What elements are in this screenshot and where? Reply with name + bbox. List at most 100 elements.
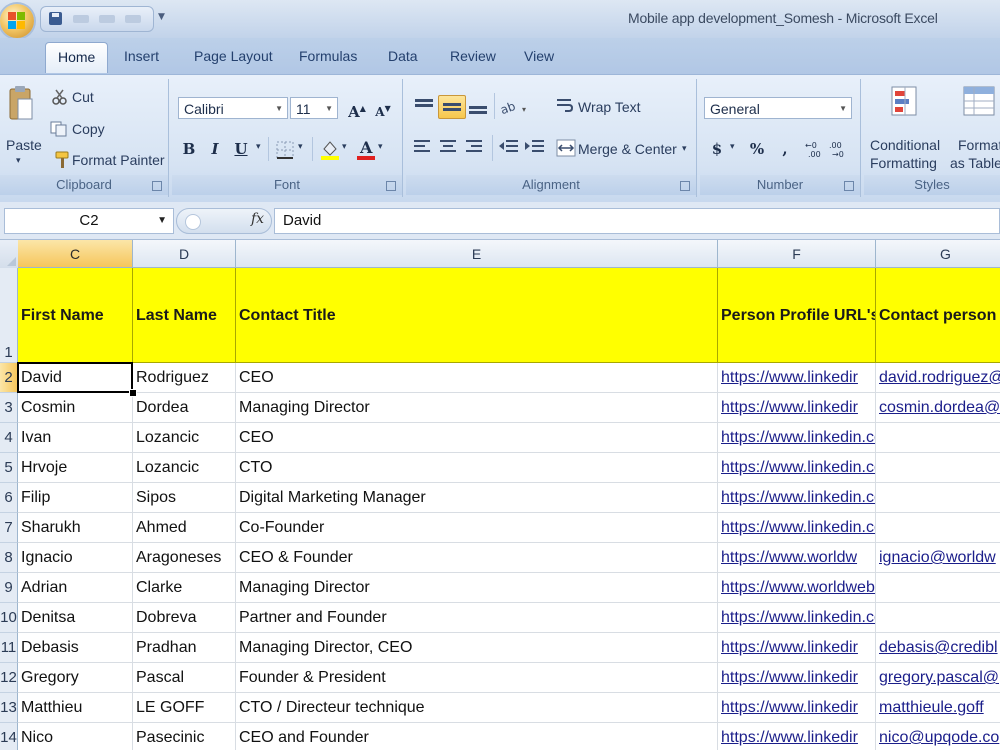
cell-c2[interactable]: David: [18, 363, 133, 393]
cell-f10[interactable]: https://www.linkedin.com/in/denitsa-: [718, 603, 876, 633]
align-left-icon[interactable]: [412, 137, 434, 157]
cell-g10[interactable]: [876, 603, 1000, 633]
cell-c14[interactable]: Nico: [18, 723, 133, 750]
row-header-4[interactable]: 4: [0, 423, 18, 453]
row-header-6[interactable]: 6: [0, 483, 18, 513]
office-button[interactable]: [0, 4, 34, 38]
cell-f7[interactable]: https://www.linkedin.com/in/ahmeds: [718, 513, 876, 543]
cell-f9[interactable]: https://www.worldwebtechnology.co: [718, 573, 876, 603]
row-header-7[interactable]: 7: [0, 513, 18, 543]
cell-c11[interactable]: Debasis: [18, 633, 133, 663]
cell-d8[interactable]: Aragoneses: [133, 543, 236, 573]
fill-color-dropdown-icon[interactable]: ▾: [342, 141, 347, 152]
cell-c4[interactable]: Ivan: [18, 423, 133, 453]
decrease-decimal-icon[interactable]: .00 →0: [828, 139, 850, 159]
cell-e4[interactable]: CEO: [236, 423, 718, 453]
font-color-dropdown-icon[interactable]: ▾: [378, 141, 383, 152]
row-header-3[interactable]: 3: [0, 393, 18, 423]
cell-f2[interactable]: https://www.linkedir: [718, 363, 876, 393]
cut-icon[interactable]: [52, 89, 68, 105]
column-header-d[interactable]: D: [133, 240, 236, 268]
merge-center-icon[interactable]: [556, 139, 576, 157]
row-header-2[interactable]: 2: [0, 363, 18, 393]
fill-color-icon[interactable]: [320, 139, 340, 161]
row-header-13[interactable]: 13: [0, 693, 18, 723]
cell-g8[interactable]: ignacio@worldw: [876, 543, 1000, 573]
cell-c3[interactable]: Cosmin: [18, 393, 133, 423]
tab-insert[interactable]: Insert: [124, 48, 159, 64]
cell-e11[interactable]: Managing Director, CEO: [236, 633, 718, 663]
alignment-launcher-icon[interactable]: [680, 181, 690, 191]
borders-dropdown-icon[interactable]: ▾: [298, 141, 303, 152]
increase-indent-icon[interactable]: [524, 137, 546, 157]
cell-f5[interactable]: https://www.linkedin.com/in/hlozanc: [718, 453, 876, 483]
column-header-f[interactable]: F: [718, 240, 876, 268]
cell-e8[interactable]: CEO & Founder: [236, 543, 718, 573]
conditional-formatting-label-2[interactable]: Formatting: [870, 155, 937, 171]
cell-g5[interactable]: [876, 453, 1000, 483]
copy-button[interactable]: Copy: [72, 121, 105, 137]
cell-d2[interactable]: Rodriguez: [133, 363, 236, 393]
cell-f14[interactable]: https://www.linkedir: [718, 723, 876, 750]
percent-button[interactable]: %: [744, 137, 770, 161]
font-size-combo[interactable]: 11 ▼: [290, 97, 338, 119]
cell-e14[interactable]: CEO and Founder: [236, 723, 718, 750]
row-header-5[interactable]: 5: [0, 453, 18, 483]
currency-dropdown-icon[interactable]: ▾: [730, 141, 735, 152]
clipboard-launcher-icon[interactable]: [152, 181, 162, 191]
number-launcher-icon[interactable]: [844, 181, 854, 191]
cell-g2[interactable]: david.rodriguez@: [876, 363, 1000, 393]
undo-icon[interactable]: [73, 15, 89, 23]
cell-d3[interactable]: Dordea: [133, 393, 236, 423]
decrease-indent-icon[interactable]: [498, 137, 520, 157]
grow-font-button[interactable]: A▲: [344, 96, 370, 121]
shrink-font-button[interactable]: A▼: [370, 96, 396, 120]
cell-f4[interactable]: https://www.linkedin.com/in/ilozanci: [718, 423, 876, 453]
cell-e3[interactable]: Managing Director: [236, 393, 718, 423]
cell-g6[interactable]: [876, 483, 1000, 513]
cell-g13[interactable]: matthieule.goff: [876, 693, 1000, 723]
cell-d6[interactable]: Sipos: [133, 483, 236, 513]
cell-c10[interactable]: Denitsa: [18, 603, 133, 633]
row-header-1[interactable]: 1: [0, 268, 18, 363]
cell-g11[interactable]: debasis@credibl: [876, 633, 1000, 663]
cell-d13[interactable]: LE GOFF: [133, 693, 236, 723]
copy-icon[interactable]: [50, 121, 68, 137]
format-as-table-icon[interactable]: [962, 85, 996, 119]
cell-g7[interactable]: [876, 513, 1000, 543]
cell-c13[interactable]: Matthieu: [18, 693, 133, 723]
cut-button[interactable]: Cut: [72, 89, 94, 105]
cell-c7[interactable]: Sharukh: [18, 513, 133, 543]
cell-f8[interactable]: https://www.worldw: [718, 543, 876, 573]
cell-d4[interactable]: Lozancic: [133, 423, 236, 453]
align-middle-icon[interactable]: [438, 95, 466, 119]
row-header-8[interactable]: 8: [0, 543, 18, 573]
cell-c5[interactable]: Hrvoje: [18, 453, 133, 483]
format-painter-icon[interactable]: [54, 151, 70, 169]
increase-decimal-icon[interactable]: ←0.00: [804, 139, 826, 159]
cell-e5[interactable]: CTO: [236, 453, 718, 483]
row-header-9[interactable]: 9: [0, 573, 18, 603]
cell-c12[interactable]: Gregory: [18, 663, 133, 693]
tab-data[interactable]: Data: [388, 48, 418, 64]
formula-input[interactable]: David: [274, 208, 1000, 234]
header-cell-g[interactable]: Contact person e: [876, 268, 1000, 363]
comma-button[interactable]: ,: [772, 137, 798, 161]
header-cell-c[interactable]: First Name: [18, 268, 133, 363]
underline-button[interactable]: U: [228, 137, 254, 161]
font-name-combo[interactable]: Calibri ▼: [178, 97, 288, 119]
cell-c6[interactable]: Filip: [18, 483, 133, 513]
insert-function-icon[interactable]: fx: [251, 211, 264, 227]
cell-g4[interactable]: [876, 423, 1000, 453]
cell-d5[interactable]: Lozancic: [133, 453, 236, 483]
redo-icon[interactable]: [99, 15, 115, 23]
merge-dropdown-icon[interactable]: ▾: [682, 143, 687, 154]
paste-button[interactable]: Paste: [6, 137, 42, 153]
merge-center-button[interactable]: Merge & Center: [578, 141, 677, 157]
paste-icon[interactable]: [8, 85, 34, 123]
format-painter-button[interactable]: Format Painter: [72, 152, 165, 168]
cell-f11[interactable]: https://www.linkedir: [718, 633, 876, 663]
wrap-text-button[interactable]: Wrap Text: [578, 99, 641, 115]
conditional-formatting-label-1[interactable]: Conditional: [870, 137, 940, 153]
align-center-icon[interactable]: [438, 137, 460, 157]
